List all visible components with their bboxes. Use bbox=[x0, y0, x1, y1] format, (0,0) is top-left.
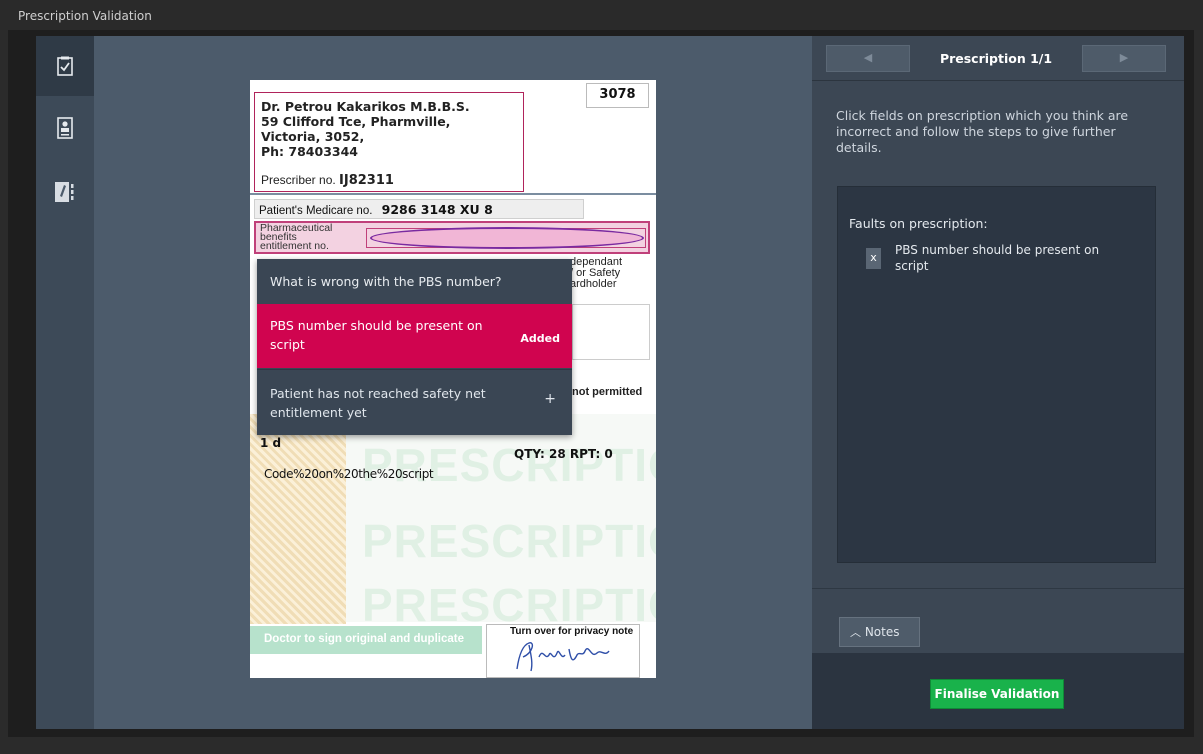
not-permitted-label: not permitted bbox=[572, 386, 643, 398]
divider bbox=[812, 588, 1184, 589]
popup-option-label: Patient has not reached safety net entit… bbox=[270, 386, 486, 420]
validation-panel: ◀ Prescription 1/1 ▶ Click fields on pre… bbox=[812, 36, 1184, 729]
finalise-validation-button[interactable]: Finalise Validation bbox=[930, 679, 1064, 709]
faults-list: Faults on prescription: x PBS number sho… bbox=[837, 186, 1156, 563]
code-text: Code%20on%20the%20script bbox=[264, 467, 434, 481]
sign-note: Doctor to sign original and duplicate bbox=[250, 626, 482, 654]
panel-footer: Finalise Validation bbox=[812, 653, 1184, 729]
prescriber-details: Dr. Petrou Kakarikos M.B.B.S. 59 Cliffor… bbox=[261, 99, 470, 159]
rail-notes-button[interactable] bbox=[36, 162, 94, 222]
chevron-up-icon: ︿ bbox=[850, 626, 861, 639]
popup-question: What is wrong with the PBS number? bbox=[270, 274, 502, 289]
divider bbox=[250, 193, 656, 195]
prescription-counter: Prescription 1/1 bbox=[939, 51, 1053, 66]
pbs-label: Pharmaceutical benefits entitlement no. bbox=[260, 223, 332, 252]
notes-label: Notes bbox=[864, 625, 900, 639]
prescriber-no-label: Prescriber no. bbox=[261, 173, 336, 187]
pbs-fault-popup: What is wrong with the PBS number? PBS n… bbox=[257, 259, 572, 435]
window-title: Prescription Validation bbox=[0, 0, 1203, 30]
rail-patient-button[interactable] bbox=[36, 98, 94, 158]
popup-option-label: PBS number should be present on script bbox=[270, 318, 483, 352]
faults-title: Faults on prescription: bbox=[849, 216, 988, 231]
remove-fault-button[interactable]: x bbox=[866, 248, 881, 269]
prescriber-no-value: IJ82311 bbox=[339, 173, 394, 188]
divider bbox=[812, 80, 1184, 81]
prescriber-address-2: Victoria, 3052, bbox=[261, 129, 365, 144]
medicare-field[interactable]: Patient's Medicare no. 9286 3148 XU 8 bbox=[254, 199, 584, 219]
medicare-label: Patient's Medicare no. bbox=[259, 205, 373, 217]
script-number-field[interactable]: 3078 bbox=[586, 83, 649, 108]
prescriber-name: Dr. Petrou Kakarikos M.B.B.S. bbox=[261, 99, 470, 114]
popup-option-safety-net[interactable]: Patient has not reached safety net entit… bbox=[257, 369, 572, 435]
popup-option-pbs-present[interactable]: PBS number should be present on script A… bbox=[257, 304, 572, 368]
pbs-label-line-3: entitlement no. bbox=[260, 240, 329, 252]
dependant-line-3: ardholder bbox=[570, 278, 617, 290]
checklist-icon bbox=[57, 56, 73, 76]
pbs-highlight-ellipse bbox=[370, 227, 644, 249]
medicare-value: 9286 3148 XU 8 bbox=[381, 202, 493, 217]
signature bbox=[516, 642, 610, 672]
notes-button[interactable]: ︿ Notes bbox=[839, 617, 920, 647]
added-badge: Added bbox=[520, 332, 560, 345]
patient-card-icon bbox=[57, 117, 73, 139]
prescriber-phone: Ph: 78403344 bbox=[261, 144, 358, 159]
prescriber-address-1: 59 Clifford Tce, Pharmville, bbox=[261, 114, 451, 129]
watermark: PRESCRIPTION bbox=[362, 515, 656, 567]
next-prescription-button[interactable]: ▶ bbox=[1082, 45, 1166, 72]
dependant-label: dependant / or Safety ardholder bbox=[570, 257, 622, 290]
checkbox-area[interactable] bbox=[572, 304, 650, 360]
tool-rail bbox=[36, 36, 94, 729]
dose-text: 1 d bbox=[260, 436, 282, 450]
quantity-text[interactable]: QTY: 28 RPT: 0 bbox=[514, 447, 613, 461]
prev-prescription-button[interactable]: ◀ bbox=[826, 45, 910, 72]
pbs-entitlement-field[interactable]: Pharmaceutical benefits entitlement no. bbox=[254, 221, 650, 254]
add-icon[interactable]: + bbox=[544, 390, 556, 409]
prescriber-field[interactable]: Dr. Petrou Kakarikos M.B.B.S. 59 Cliffor… bbox=[254, 92, 524, 192]
fault-item: PBS number should be present on script bbox=[895, 243, 1100, 273]
rail-checklist-button[interactable] bbox=[36, 36, 94, 96]
prescriber-number: Prescriber no. IJ82311 bbox=[261, 173, 394, 188]
privacy-note: Turn over for privacy note bbox=[510, 626, 634, 637]
notes-edit-icon bbox=[55, 182, 74, 202]
instructions-text: Click fields on prescription which you t… bbox=[836, 108, 1129, 155]
